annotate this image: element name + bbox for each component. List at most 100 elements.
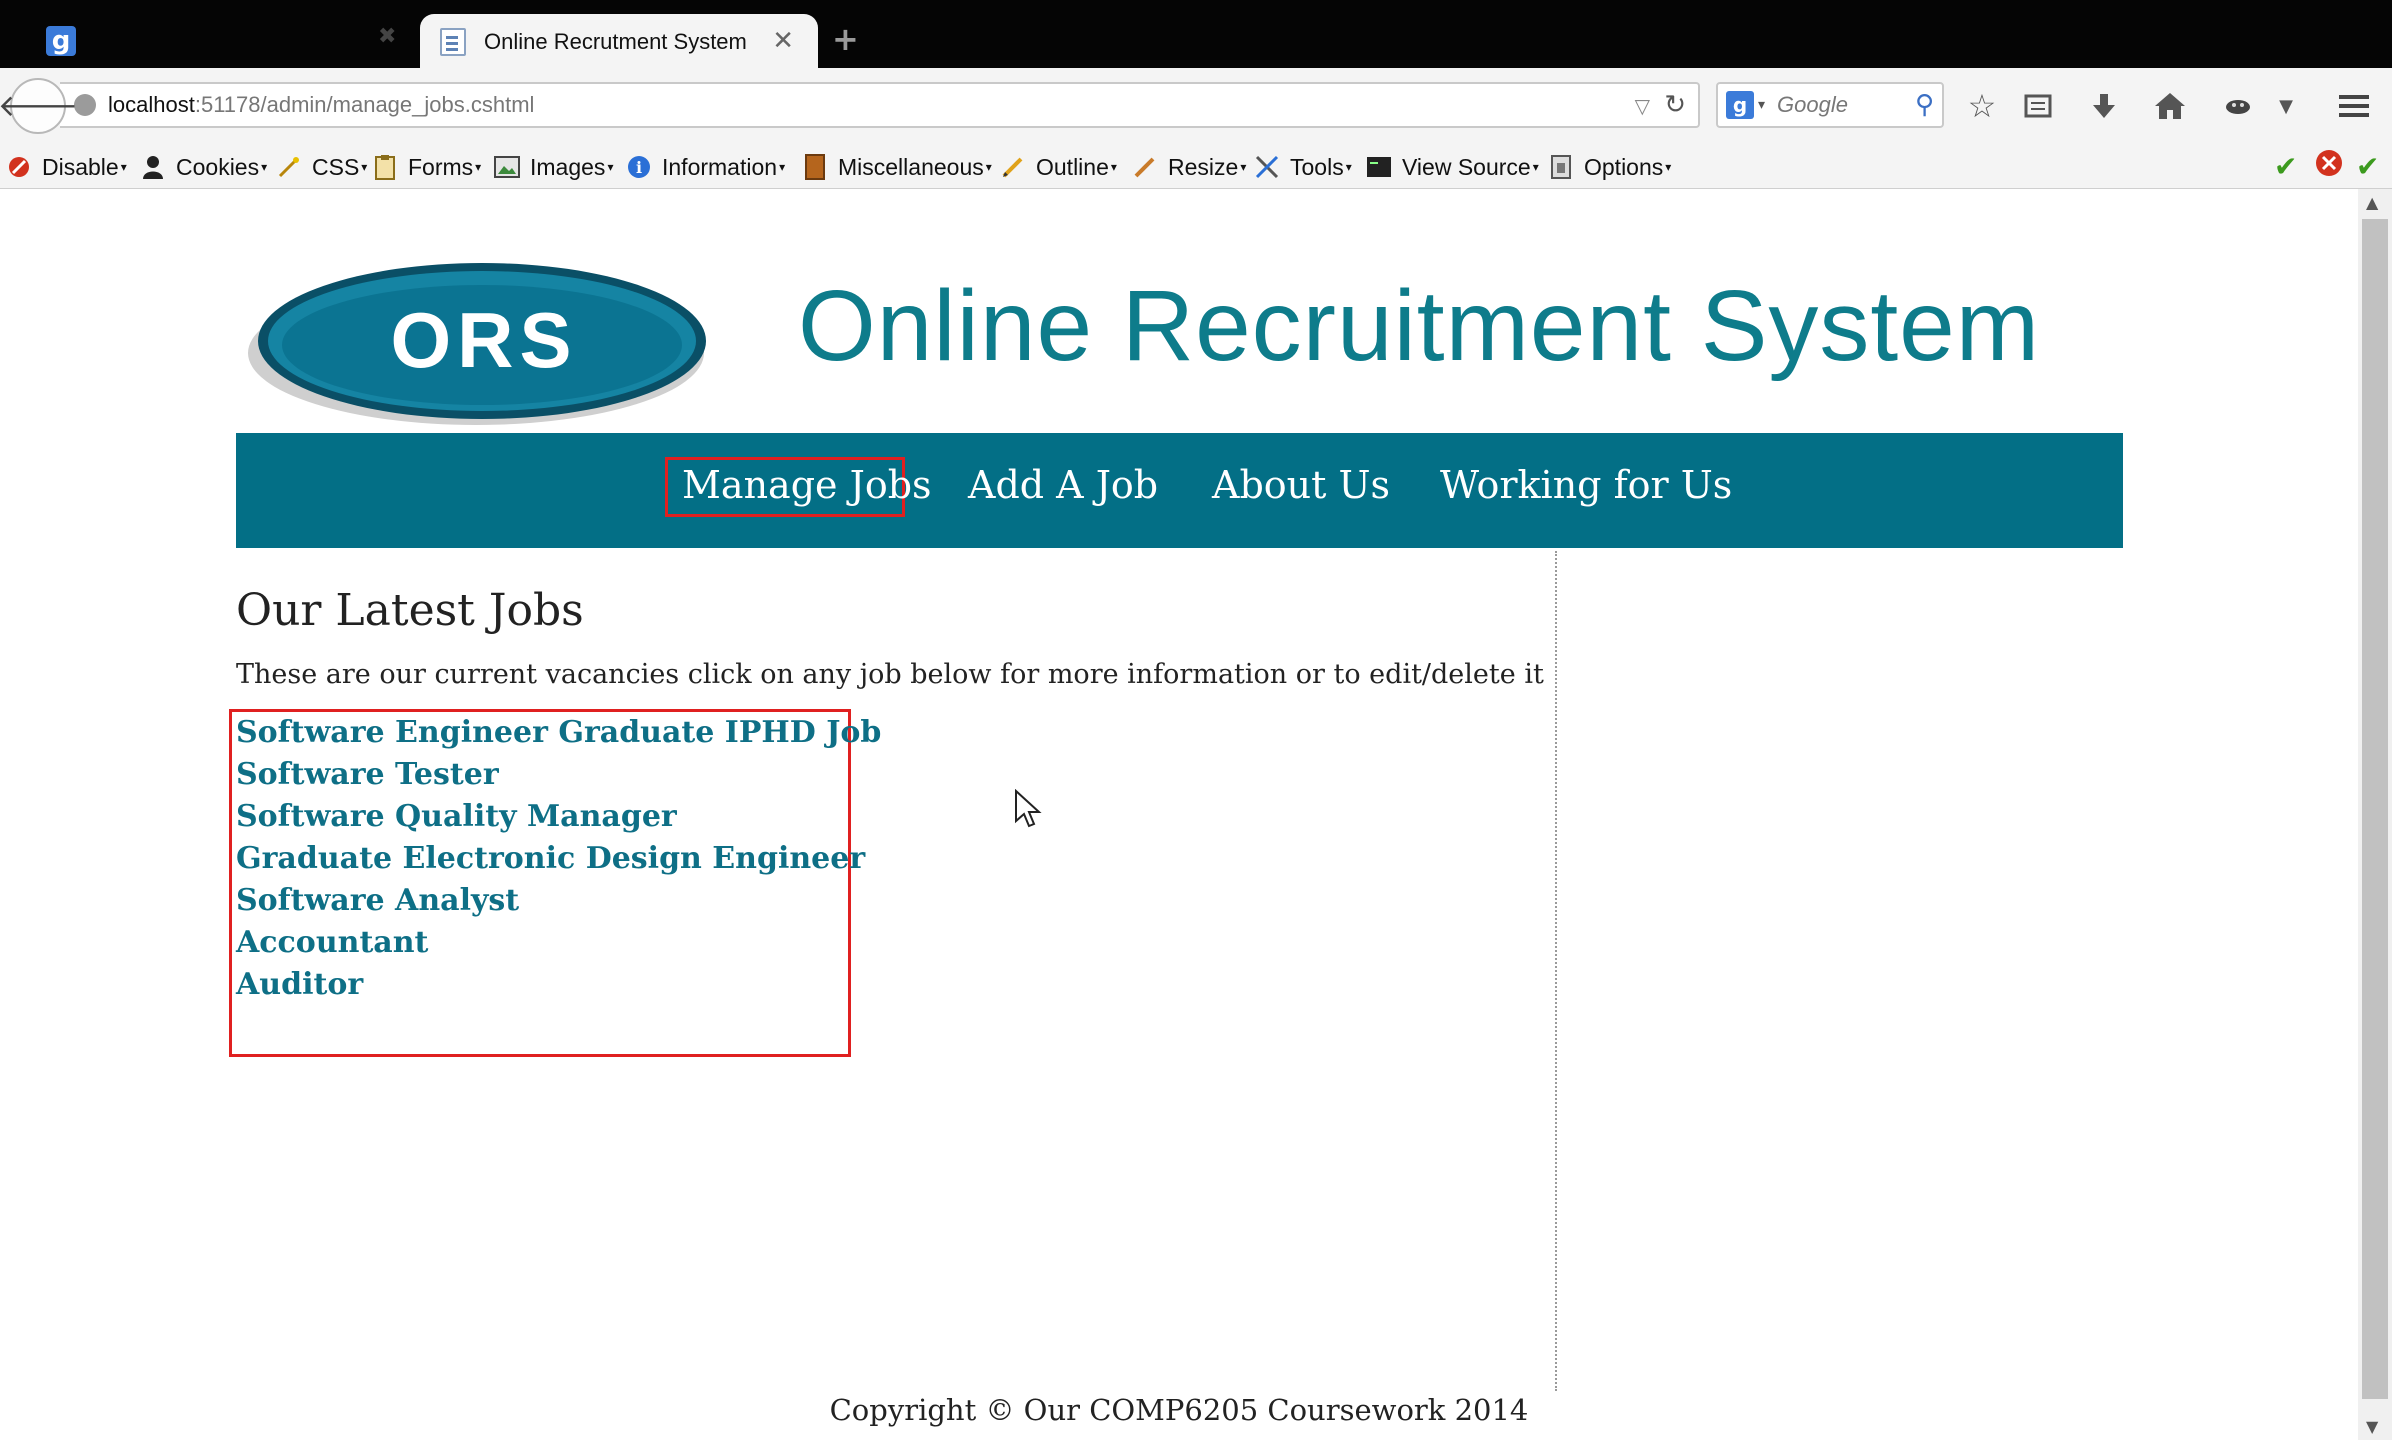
job-link[interactable]: Software Tester [236, 757, 499, 792]
validation-error-icon[interactable] [2314, 148, 2344, 185]
dev-menu-tools[interactable]: Tools ▾ [1254, 150, 1352, 184]
search-engine-dropdown-icon[interactable]: ▾ [1758, 97, 1765, 113]
site-title: Online Recruitment System [798, 270, 2041, 382]
page-favicon-icon [440, 28, 466, 56]
dev-menu-label: Forms [408, 153, 474, 180]
caret-down-icon: ▾ [985, 160, 992, 174]
dev-menu-information[interactable]: i Information ▾ [626, 150, 785, 184]
validation-ok-icon[interactable]: ✔ [2274, 150, 2297, 183]
vertical-scrollbar[interactable]: ▲ ▼ [2358, 189, 2392, 1440]
dev-menu-label: Tools [1290, 153, 1344, 180]
scroll-down-icon[interactable]: ▼ [2366, 1417, 2378, 1436]
web-developer-toolbar: Disable ▾ Cookies ▾ CSS ▾ Forms ▾ Images ▾ i … [0, 146, 2392, 189]
url-history-dropdown-icon[interactable]: ▽ [1635, 94, 1650, 118]
logo-text: ORS [390, 296, 577, 384]
bookmarks-list-icon[interactable] [2018, 86, 2058, 126]
nav-add-a-job[interactable]: Add A Job [968, 463, 1158, 507]
css-icon [276, 154, 302, 180]
scroll-up-icon[interactable]: ▲ [2366, 193, 2378, 212]
addon-menu-dropdown-icon[interactable]: ▼ [2266, 86, 2306, 126]
active-tab[interactable]: Online Recrutment System ✕ [420, 14, 818, 70]
view-source-icon [1366, 154, 1392, 180]
dev-menu-disable[interactable]: Disable ▾ [6, 150, 127, 184]
validation-ok-icon[interactable]: ✔ [2356, 150, 2379, 183]
tools-icon [1254, 154, 1280, 180]
url-bar[interactable]: localhost:51178/admin/manage_jobs.cshtml… [60, 82, 1700, 128]
navigation-bar: localhost:51178/admin/manage_jobs.cshtml… [0, 68, 2392, 146]
dev-menu-label: Resize [1168, 153, 1239, 180]
reload-icon[interactable]: ↻ [1664, 90, 1686, 120]
back-button[interactable]: 🡐 [0, 78, 78, 134]
mouse-cursor-icon [1015, 789, 1042, 828]
dev-menu-options[interactable]: Options ▾ [1548, 150, 1671, 184]
dev-menu-label: Options [1584, 153, 1664, 180]
caret-down-icon: ▾ [607, 160, 614, 174]
dev-menu-miscellaneous[interactable]: Miscellaneous ▾ [802, 150, 992, 184]
content-divider [1555, 551, 1557, 1391]
new-tab-button[interactable]: + [832, 20, 859, 58]
job-link[interactable]: Accountant [236, 925, 428, 960]
caret-down-icon: ▾ [1665, 160, 1672, 174]
url-host: localhost [108, 92, 195, 117]
dev-menu-label: CSS [312, 153, 360, 180]
svg-text:i: i [636, 158, 642, 177]
job-link[interactable]: Software Quality Manager [236, 799, 677, 834]
caret-down-icon: ▾ [779, 160, 786, 174]
search-go-icon[interactable]: ⚲ [1915, 90, 1934, 120]
page-heading: Our Latest Jobs [236, 585, 584, 636]
misc-icon [802, 154, 828, 180]
site-nav: Manage Jobs Add A Job About Us Working f… [236, 433, 2123, 548]
dev-menu-css[interactable]: CSS ▾ [276, 150, 367, 184]
intro-text: These are our current vacancies click on… [236, 659, 1544, 690]
job-link[interactable]: Software Engineer Graduate IPHD Job [236, 715, 881, 750]
url-text[interactable]: localhost:51178/admin/manage_jobs.cshtml [108, 92, 534, 118]
info-icon: i [626, 154, 652, 180]
disable-icon [6, 154, 32, 180]
bookmark-star-icon[interactable]: ☆ [1962, 86, 2002, 126]
url-path: :51178/admin/manage_jobs.cshtml [194, 92, 535, 117]
dev-menu-view-source[interactable]: View Source ▾ [1366, 150, 1539, 184]
pinned-tab[interactable]: g [28, 14, 94, 68]
addon-icon[interactable] [2218, 86, 2258, 126]
home-icon[interactable] [2150, 86, 2190, 126]
web-page: ORS Online Recruitment System Manage Job… [0, 189, 2358, 1440]
caret-down-icon: ▾ [120, 160, 127, 174]
job-link[interactable]: Graduate Electronic Design Engineer [236, 841, 865, 876]
tab-strip: g ✖ Online Recrutment System ✕ + [0, 0, 2392, 70]
job-link[interactable]: Auditor [236, 967, 363, 1002]
google-icon: g [46, 26, 76, 56]
search-bar[interactable]: g ▾ Google ⚲ [1716, 82, 1944, 128]
dev-menu-resize[interactable]: Resize ▾ [1132, 150, 1246, 184]
caret-down-icon: ▾ [261, 160, 268, 174]
background-tab-close-icon[interactable]: ✖ [378, 24, 396, 49]
nav-about-us[interactable]: About Us [1212, 463, 1390, 507]
scrollbar-thumb[interactable] [2362, 219, 2388, 1399]
dev-menu-images[interactable]: Images ▾ [494, 150, 613, 184]
downloads-icon[interactable] [2084, 86, 2124, 126]
tab-close-icon[interactable]: ✕ [772, 26, 794, 56]
footer-copyright: Copyright © Our COMP6205 Coursework 2014 [829, 1393, 1529, 1427]
outline-icon [1000, 154, 1026, 180]
caret-down-icon: ▾ [1240, 160, 1247, 174]
resize-icon [1132, 154, 1158, 180]
ors-logo: ORS [248, 263, 706, 425]
dev-menu-forms[interactable]: Forms ▾ [372, 150, 481, 184]
nav-working-for-us[interactable]: Working for Us [1440, 463, 1732, 507]
dev-menu-label: Miscellaneous [838, 153, 984, 180]
back-arrow-icon: 🡐 [0, 89, 79, 124]
images-icon [494, 154, 520, 180]
menu-hamburger-icon[interactable] [2334, 86, 2374, 126]
search-engine-icon[interactable]: g [1726, 91, 1754, 119]
search-input[interactable]: Google [1777, 92, 1848, 118]
caret-down-icon: ▾ [1532, 160, 1539, 174]
dev-menu-label: Cookies [176, 153, 260, 180]
tab-title: Online Recrutment System [484, 29, 747, 54]
dev-menu-label: Outline [1036, 153, 1109, 180]
caret-down-icon: ▾ [1345, 160, 1352, 174]
nav-manage-jobs[interactable]: Manage Jobs [682, 463, 932, 507]
dev-menu-outline[interactable]: Outline ▾ [1000, 150, 1117, 184]
job-link[interactable]: Software Analyst [236, 883, 519, 918]
forms-icon [372, 154, 398, 180]
dev-menu-label: Disable [42, 153, 119, 180]
dev-menu-cookies[interactable]: Cookies ▾ [140, 150, 267, 184]
